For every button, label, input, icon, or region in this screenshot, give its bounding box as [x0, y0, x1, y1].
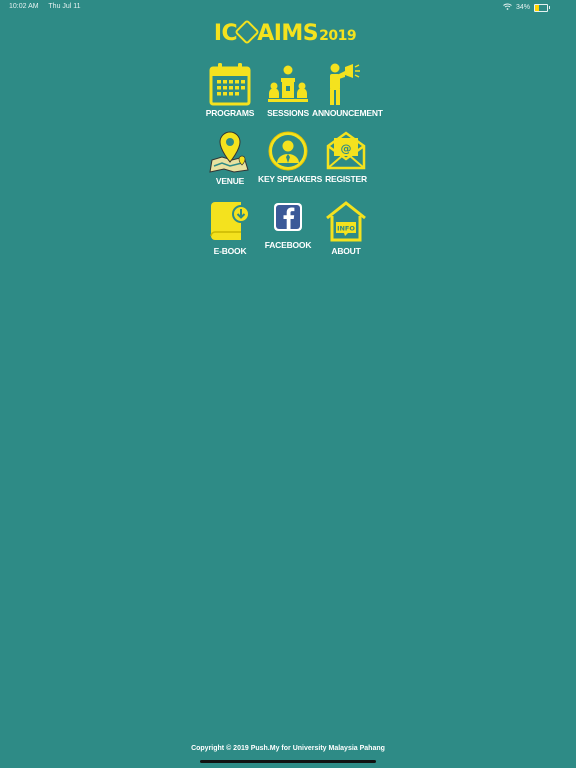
wifi-icon — [503, 3, 512, 12]
logo-diamond-icon — [234, 18, 260, 45]
menu-item-about[interactable]: INFO ABOUT — [316, 200, 376, 256]
status-bar: 10:02 AM Thu Jul 11 34% — [0, 0, 576, 14]
menu-item-facebook[interactable]: FACEBOOK — [258, 200, 318, 250]
info-house-icon: INFO — [316, 200, 376, 244]
menu-item-label: PROGRAMS — [205, 108, 255, 118]
menu-item-label: FACEBOOK — [264, 240, 312, 250]
menu-item-e-book[interactable]: E-BOOK — [200, 200, 260, 256]
logo-text-right: AIMS — [257, 20, 319, 46]
menu-item-label: KEY SPEAKERS — [258, 174, 323, 184]
menu-item-label: ANNOUNCEMENT — [312, 108, 383, 118]
copyright-footer: Copyright © 2019 Push.My for University … — [191, 745, 385, 752]
menu-item-venue[interactable]: VENUE — [200, 130, 260, 186]
menu-item-sessions[interactable]: SESSIONS — [258, 62, 318, 118]
megaphone-person-icon — [312, 62, 372, 106]
conference-icon — [258, 62, 318, 106]
menu-item-key-speakers[interactable]: KEY SPEAKERS — [258, 130, 323, 184]
status-date: Thu Jul 11 — [48, 3, 81, 10]
menu-item-programs[interactable]: PROGRAMS — [200, 62, 260, 118]
menu-item-label: E-BOOK — [213, 246, 247, 256]
status-time: 10:02 AM — [9, 3, 39, 10]
ebook-download-icon — [200, 200, 260, 244]
menu-item-announcement[interactable]: ANNOUNCEMENT — [312, 62, 383, 118]
menu-item-register[interactable]: @ REGISTER — [316, 130, 376, 184]
map-pin-icon — [200, 130, 260, 174]
home-indicator[interactable] — [200, 760, 376, 763]
envelope-at-icon: @ — [316, 130, 376, 172]
logo-year: 2019 — [319, 27, 357, 44]
svg-text:INFO: INFO — [337, 225, 355, 233]
menu-item-label: VENUE — [215, 176, 245, 186]
logo-text-left: IC — [213, 20, 238, 46]
menu-item-label: SESSIONS — [267, 108, 309, 118]
svg-text:@: @ — [341, 142, 352, 155]
speaker-avatar-icon — [258, 130, 318, 172]
battery-percent: 34% — [515, 4, 530, 11]
menu-item-label: REGISTER — [325, 174, 367, 184]
battery-icon — [534, 3, 548, 12]
calendar-icon — [200, 62, 260, 106]
menu-item-label: ABOUT — [331, 246, 361, 256]
facebook-icon — [258, 200, 318, 238]
app-logo: IC AIMS 2019 — [200, 18, 370, 46]
